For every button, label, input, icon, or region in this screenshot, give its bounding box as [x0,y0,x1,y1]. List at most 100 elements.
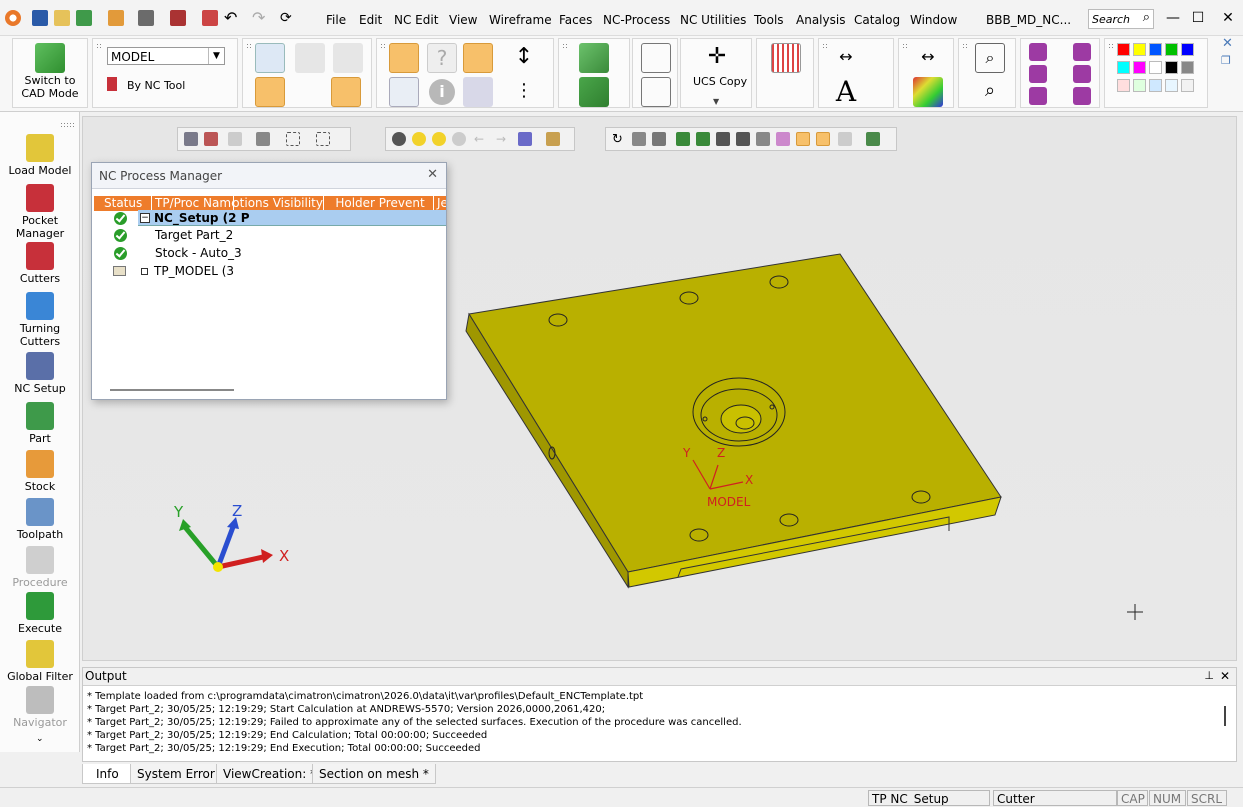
color-swatch[interactable] [1165,61,1178,74]
hole[interactable] [679,291,699,305]
attach-icon[interactable] [108,10,124,26]
chevron-down-icon[interactable]: ⌄ [36,734,44,744]
help-icon[interactable]: ? [427,43,457,73]
process-tree-row[interactable]: Target Part_2 [94,227,446,244]
add-model-icon[interactable] [76,10,92,26]
hatch-icon[interactable] [771,43,801,73]
minimize-button[interactable]: — [1163,8,1183,28]
menu-view[interactable]: View [449,13,477,27]
color-swatch[interactable] [1133,79,1146,92]
box-icon[interactable] [333,43,363,73]
left-toolbar-part[interactable]: Part [2,402,78,445]
left-toolbar-turning-cutters[interactable]: Turning Cutters [2,292,78,348]
process-tree-row[interactable]: TP_MODEL (3 [94,263,446,280]
layer-icon[interactable] [1029,43,1047,61]
expand-icon[interactable] [141,268,148,275]
color-swatch[interactable] [1165,79,1178,92]
open-icon[interactable] [54,10,70,26]
color-swatch[interactable] [1181,79,1194,92]
color-swatch[interactable] [1117,43,1130,56]
find-icon[interactable]: ⌕ [975,77,1005,107]
hole[interactable] [769,275,789,289]
left-toolbar-pocket-manager[interactable]: Pocket Manager [2,184,78,240]
left-toolbar-execute[interactable]: Execute [2,592,78,635]
search-input[interactable]: Search [1092,13,1130,26]
menu-catalog[interactable]: Catalog [854,13,900,27]
hole[interactable] [911,490,931,504]
draft-angle-icon[interactable] [641,43,671,73]
color-swatch[interactable] [1149,79,1162,92]
surface-icon[interactable] [579,77,609,107]
ucs-copy-icon[interactable]: ✛ [702,43,732,73]
tab-view-creation[interactable]: ViewCreation: * [216,764,324,784]
menu-nc-utilities[interactable]: NC Utilities [680,13,746,27]
switch-to-cad-mode-button[interactable]: Switch to CAD Mode [15,74,85,100]
color-swatch[interactable] [1181,43,1194,56]
column-name[interactable]: TP/Proc Name [152,196,234,211]
color-swatch[interactable] [1133,43,1146,56]
layer-2-icon[interactable] [1029,65,1047,83]
chevron-down-icon[interactable]: ▼ [208,48,224,64]
search-box[interactable]: Search ⌕ [1088,9,1154,29]
menu-tools[interactable]: Tools [754,13,784,27]
column-motions-visibility[interactable]: Motions Visibility [234,196,324,211]
ucs-copy-button[interactable]: UCS Copy [693,75,747,88]
process-tree-row[interactable]: − NC_Setup (2 P [94,210,446,227]
menu-file[interactable]: File [326,13,346,27]
spindle-icon[interactable] [295,43,325,73]
process-manager-icon[interactable] [389,43,419,73]
axis-list-icon[interactable]: ⋮ [509,77,539,107]
horizontal-scrollbar[interactable] [110,389,234,391]
plane-icon[interactable] [579,43,609,73]
redo-icon[interactable]: ↷ [252,10,268,26]
process-tree-row[interactable]: Stock - Auto_3 [94,245,446,262]
search-icon[interactable]: ⌕ [1143,10,1150,25]
left-toolbar-toolpath[interactable]: Toolpath [2,498,78,541]
menu-wireframe[interactable]: Wireframe [489,13,552,27]
switch-cad-mode-icon[interactable] [35,43,65,73]
save-icon[interactable] [32,10,48,26]
boundary-icon[interactable] [641,77,671,107]
left-toolbar-load-model[interactable]: Load Model [2,134,78,177]
tab-section-on-mesh[interactable]: Section on mesh * [312,764,436,784]
tab-info[interactable]: Info [82,764,133,784]
menu-nc-process[interactable]: NC-Process [603,13,670,27]
color-swatch[interactable] [1117,61,1130,74]
hole[interactable] [689,528,709,542]
color-palette[interactable] [1117,43,1203,103]
close-button[interactable]: ✕ [1218,8,1238,28]
nc-process-manager-window[interactable]: NC Process Manager ✕ Status TP/Proc Name… [91,162,447,400]
left-toolbar-global-filter[interactable]: Global Filter [2,640,78,683]
close-panel-icon[interactable]: ✕ [1222,36,1233,51]
maximize-button[interactable]: ☐ [1188,8,1208,28]
color-swatch[interactable] [1165,43,1178,56]
color-swatch[interactable] [1149,61,1162,74]
layer-3-icon[interactable] [1029,87,1047,105]
brush-3-icon[interactable] [1073,87,1091,105]
color-swatch[interactable] [1149,43,1162,56]
column-je[interactable]: Je [434,196,446,211]
left-toolbar-navigator[interactable]: Navigator [2,686,78,729]
undo-icon[interactable]: ↶ [224,10,240,26]
left-toolbar-stock[interactable]: Stock [2,450,78,493]
cutter-display-icon[interactable] [255,77,285,107]
axis-line-icon[interactable]: ↕ [509,43,539,73]
curvature-map-icon[interactable] [913,77,943,107]
by-nc-tool-label[interactable]: By NC Tool [127,79,185,92]
repeat-icon[interactable]: ⟳ [280,10,296,26]
brush-2-icon[interactable] [1073,65,1091,83]
close-icon[interactable]: ✕ [1220,669,1230,683]
menu-edit[interactable]: Edit [359,13,382,27]
column-status[interactable]: Status [94,196,152,211]
left-toolbar-cutters[interactable]: Cutters [2,242,78,285]
window-layout-icon[interactable] [463,43,493,73]
nc-process-manager-header[interactable]: NC Process Manager ✕ [92,163,446,189]
column-holder-prevent[interactable]: Holder Prevent [324,196,434,211]
menu-analysis[interactable]: Analysis [796,13,845,27]
brush-icon[interactable] [1073,43,1091,61]
simulation-icon[interactable] [463,77,493,107]
chevron-down-icon[interactable]: ▼ [713,97,719,106]
text-icon[interactable]: A [831,77,861,107]
model-select[interactable]: MODEL ▼ [107,47,225,65]
vertical-scrollbar-thumb[interactable] [1224,706,1226,726]
